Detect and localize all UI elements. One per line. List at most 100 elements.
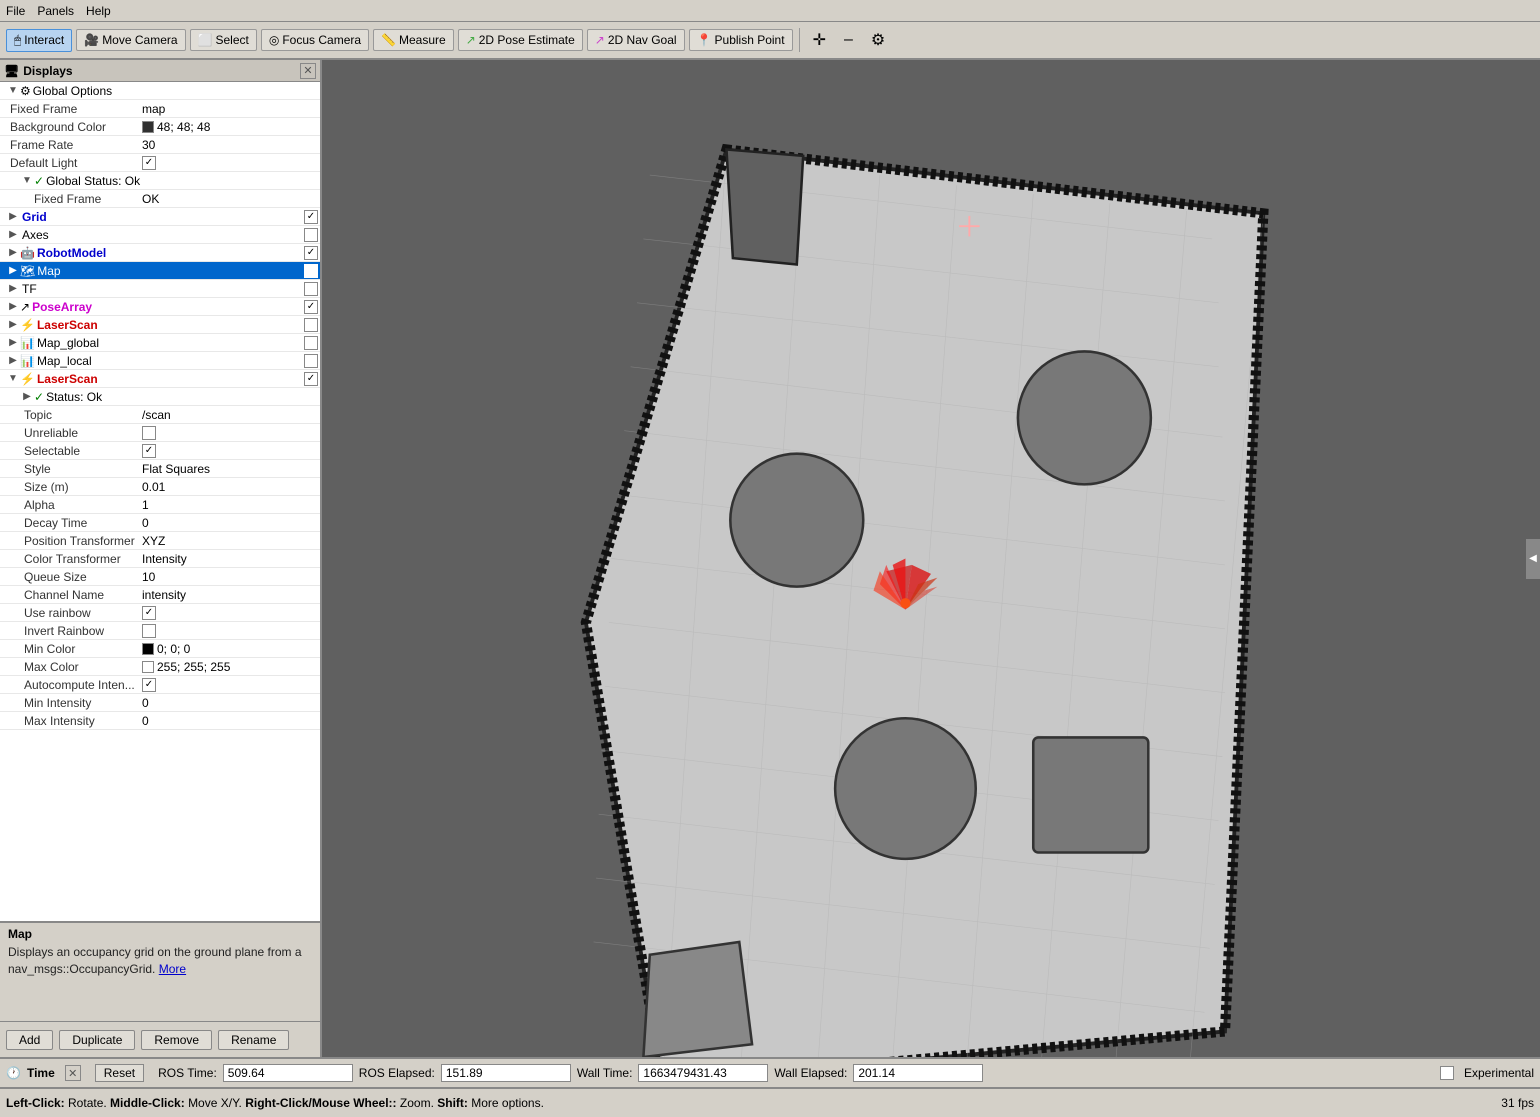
axes-item[interactable]: ▶ Axes [0,226,320,244]
unreliable-checkbox[interactable] [142,426,156,440]
focus-camera-button[interactable]: ◎ Focus Camera [261,29,369,51]
publish-point-button[interactable]: 📍 Publish Point [689,29,793,51]
unreliable-value[interactable] [142,426,318,440]
select-label: Select [216,33,249,47]
fixed-frame-value[interactable]: map [142,102,318,116]
viewport[interactable]: ◀ [322,60,1540,1057]
map-checkbox[interactable] [304,264,318,278]
tree-container[interactable]: ▼ ⚙ Global Options Fixed Frame map Backg… [0,82,320,921]
wall-elapsed-input[interactable] [853,1064,983,1082]
global-status-expander[interactable]: ▼ [20,175,34,186]
laser-scan-2-item[interactable]: ▼ ⚡ LaserScan [0,370,320,388]
min-color-text: 0; 0; 0 [157,642,190,656]
laser-scan-2-checkbox[interactable] [304,372,318,386]
minus-icon-btn[interactable]: – [837,28,860,52]
wall-time-input[interactable] [638,1064,768,1082]
interact-button[interactable]: 🖱 Interact [6,29,72,52]
size-value[interactable]: 0.01 [142,480,318,494]
grid-expander[interactable]: ▶ [6,211,20,222]
autocompute-checkbox[interactable] [142,678,156,692]
grid-checkbox[interactable] [304,210,318,224]
global-options-item[interactable]: ▼ ⚙ Global Options [0,82,320,100]
max-color-value[interactable]: 255; 255; 255 [142,660,318,674]
color-transformer-value[interactable]: Intensity [142,552,318,566]
bg-color-value[interactable]: 48; 48; 48 [142,120,318,134]
pose-array-expander[interactable]: ▶ [6,301,20,312]
menu-help[interactable]: Help [86,4,111,18]
max-intensity-value[interactable]: 0 [142,714,318,728]
menu-file[interactable]: File [6,4,25,18]
map-local-expander[interactable]: ▶ [6,355,20,366]
axes-checkbox[interactable] [304,228,318,242]
global-options-icon: ⚙ [20,84,31,98]
pos-transformer-row: Position Transformer XYZ [0,532,320,550]
map-expander[interactable]: ▶ [6,265,20,276]
reset-button[interactable]: Reset [95,1064,144,1082]
pose-array-item[interactable]: ▶ ↗ PoseArray [0,298,320,316]
min-intensity-value[interactable]: 0 [142,696,318,710]
autocompute-value[interactable] [142,678,318,692]
time-close-button[interactable]: ✕ [65,1065,81,1081]
status-ok-item[interactable]: ▶ ✓ Status: Ok [0,388,320,406]
default-light-value[interactable] [142,156,318,170]
grid-item[interactable]: ▶ Grid [0,208,320,226]
duplicate-button[interactable]: Duplicate [59,1030,135,1050]
pos-transformer-value[interactable]: XYZ [142,534,318,548]
move-icon-btn[interactable]: ✛ [806,27,833,53]
nav-goal-button[interactable]: ↗ 2D Nav Goal [587,29,685,51]
map-global-checkbox[interactable] [304,336,318,350]
axes-expander[interactable]: ▶ [6,229,20,240]
map-global-item[interactable]: ▶ 📊 Map_global [0,334,320,352]
info-more-link[interactable]: More [159,962,186,976]
channel-name-value[interactable]: intensity [142,588,318,602]
selectable-value[interactable] [142,444,318,458]
robot-model-expander[interactable]: ▶ [6,247,20,258]
displays-close-button[interactable]: ✕ [300,63,316,79]
robot-model-item[interactable]: ▶ 🤖 RobotModel [0,244,320,262]
menu-panels[interactable]: Panels [37,4,74,18]
robot-model-checkbox[interactable] [304,246,318,260]
map-local-checkbox[interactable] [304,354,318,368]
map-local-item[interactable]: ▶ 📊 Map_local [0,352,320,370]
default-light-checkbox[interactable] [142,156,156,170]
move-camera-button[interactable]: 🎥 Move Camera [76,29,185,51]
map-global-expander[interactable]: ▶ [6,337,20,348]
settings-icon-btn[interactable]: ⚙ [864,27,892,53]
select-button[interactable]: ⬜ Select [190,29,257,51]
use-rainbow-value[interactable] [142,606,318,620]
laser-scan-1-expander[interactable]: ▶ [6,319,20,330]
style-value[interactable]: Flat Squares [142,462,318,476]
add-button[interactable]: Add [6,1030,53,1050]
pose-array-checkbox[interactable] [304,300,318,314]
pose-estimate-button[interactable]: ↗ 2D Pose Estimate [458,29,583,51]
middle-click-desc: Move X/Y. [188,1096,245,1110]
map-item[interactable]: ▶ 🗺 Map [0,262,320,280]
laser-scan-1-item[interactable]: ▶ ⚡ LaserScan [0,316,320,334]
right-collapse-button[interactable]: ◀ [1526,539,1540,579]
remove-button[interactable]: Remove [141,1030,212,1050]
alpha-value[interactable]: 1 [142,498,318,512]
default-light-row: Default Light [0,154,320,172]
use-rainbow-checkbox[interactable] [142,606,156,620]
status-ok-expander[interactable]: ▶ [20,391,34,402]
experimental-checkbox[interactable] [1440,1066,1454,1080]
ros-elapsed-input[interactable] [441,1064,571,1082]
queue-size-value[interactable]: 10 [142,570,318,584]
selectable-checkbox[interactable] [142,444,156,458]
laser-scan-1-checkbox[interactable] [304,318,318,332]
frame-rate-value[interactable]: 30 [142,138,318,152]
rename-button[interactable]: Rename [218,1030,289,1050]
tf-item[interactable]: ▶ TF [0,280,320,298]
global-options-expander[interactable]: ▼ [6,85,20,96]
laser-scan-2-expander[interactable]: ▼ [6,373,20,384]
tf-checkbox[interactable] [304,282,318,296]
tf-expander[interactable]: ▶ [6,283,20,294]
decay-value[interactable]: 0 [142,516,318,530]
topic-value[interactable]: /scan [142,408,318,422]
min-color-value[interactable]: 0; 0; 0 [142,642,318,656]
global-status-item[interactable]: ▼ ✓ Global Status: Ok [0,172,320,190]
invert-rainbow-checkbox[interactable] [142,624,156,638]
ros-time-input[interactable] [223,1064,353,1082]
invert-rainbow-value[interactable] [142,624,318,638]
measure-button[interactable]: 📏 Measure [373,29,454,51]
